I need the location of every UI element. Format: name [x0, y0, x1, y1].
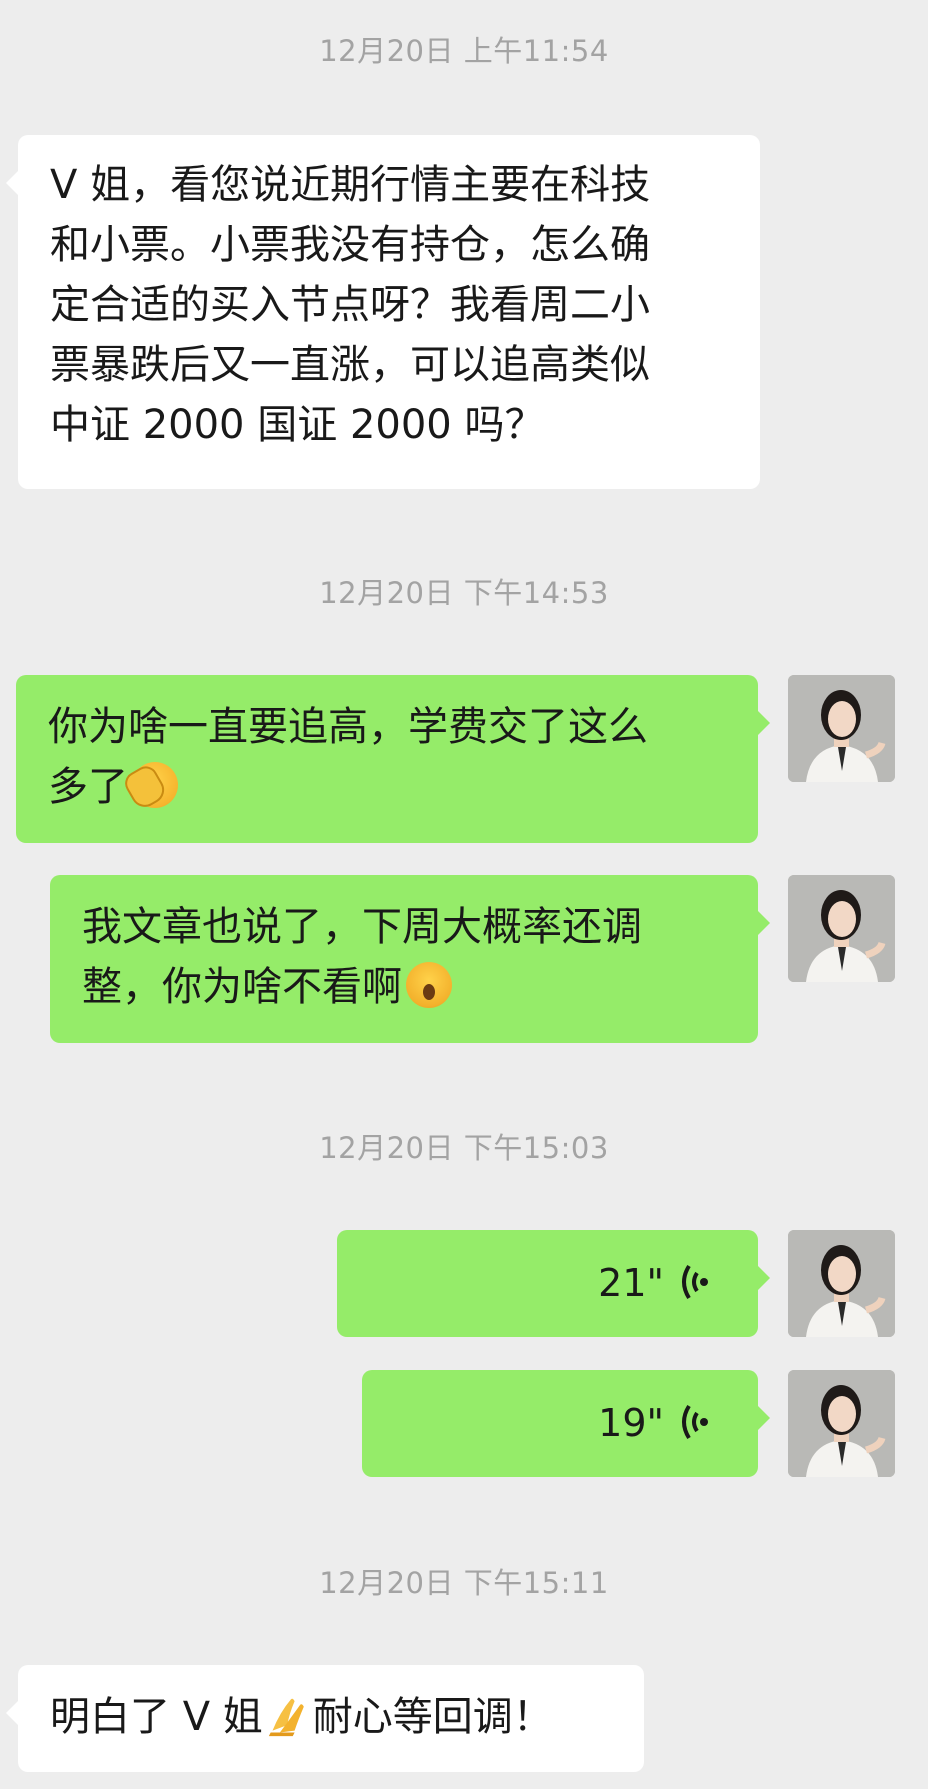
avatar[interactable]: [788, 875, 895, 982]
message-text: 明白了 V 姐: [50, 1694, 263, 1740]
message-line: 和小票。小票我没有持仓，怎么确: [50, 222, 650, 268]
voice-wave-icon: [682, 1264, 708, 1300]
message-line: 整，你为啥不看啊: [82, 957, 758, 1017]
message-text: 耐心等回调！: [312, 1694, 553, 1740]
woman-portrait-icon: [788, 875, 895, 982]
woman-portrait-icon: [788, 675, 895, 782]
timestamp: 12月20日 下午15:03: [319, 1131, 609, 1165]
praying-hands-emoji-icon: [268, 1698, 304, 1737]
voice-duration-wrap: 21": [598, 1230, 712, 1337]
message-line: V 姐，看您说近期行情主要在科技: [50, 162, 651, 208]
facepalm-emoji-icon: [132, 762, 178, 808]
message-line: 你为啥一直要追高，学费交了这么: [48, 704, 648, 750]
message-line: 中证 2000 国证 2000 吗？: [50, 402, 545, 448]
woman-portrait-icon: [788, 1370, 895, 1477]
surprised-emoji-icon: [406, 962, 452, 1008]
timestamp: 12月20日 下午14:53: [319, 576, 609, 610]
voice-duration-wrap: 19": [598, 1370, 712, 1477]
outgoing-message[interactable]: 我文章也说了，下周大概率还调 整，你为啥不看啊: [50, 875, 770, 1043]
message-line: 多了: [48, 757, 758, 817]
woman-portrait-icon: [788, 1230, 895, 1337]
incoming-message[interactable]: V 姐，看您说近期行情主要在科技 和小票。小票我没有持仓，怎么确 定合适的买入节…: [6, 135, 760, 489]
voice-message[interactable]: 21": [337, 1230, 770, 1337]
avatar[interactable]: [788, 1370, 895, 1477]
message-line: 我文章也说了，下周大概率还调: [82, 904, 642, 950]
message-text: 整，你为啥不看啊: [82, 964, 402, 1010]
incoming-message[interactable]: 明白了 V 姐 耐心等回调！: [6, 1665, 644, 1772]
message-text: 多了: [48, 764, 128, 810]
voice-message[interactable]: 19": [362, 1370, 770, 1477]
avatar[interactable]: [788, 675, 895, 782]
voice-duration: 19": [598, 1401, 664, 1445]
voice-duration: 21": [598, 1261, 664, 1305]
voice-wave-icon: [682, 1404, 708, 1440]
message-line: 定合适的买入节点呀？我看周二小: [50, 282, 650, 328]
timestamp: 12月20日 下午15:11: [319, 1566, 609, 1600]
message-line: 票暴跌后又一直涨，可以追高类似: [50, 342, 650, 388]
outgoing-message[interactable]: 你为啥一直要追高，学费交了这么 多了: [16, 675, 770, 843]
avatar[interactable]: [788, 1230, 895, 1337]
timestamp: 12月20日 上午11:54: [319, 34, 609, 68]
